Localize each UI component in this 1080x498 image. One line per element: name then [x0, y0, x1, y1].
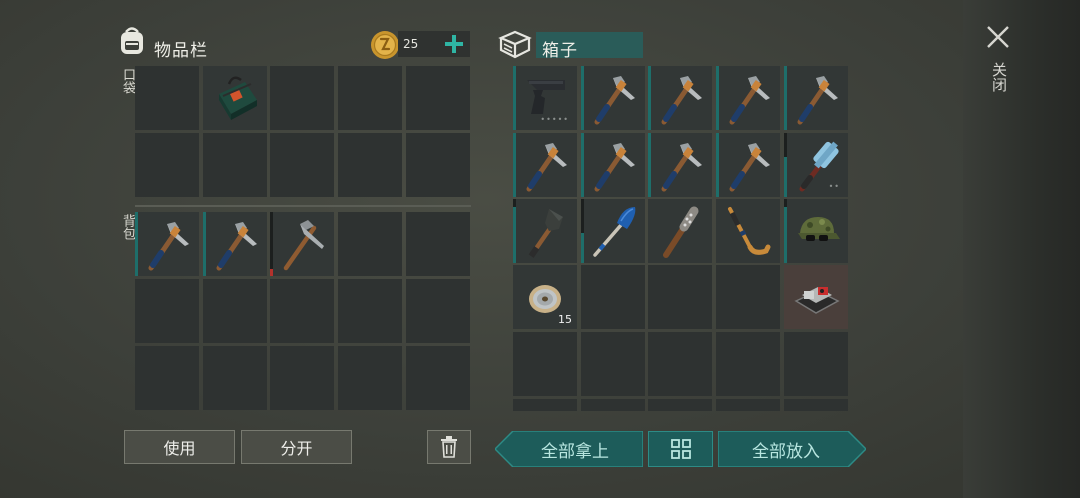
box-slot[interactable]: [513, 332, 577, 396]
put-all-label: 全部放入: [752, 441, 820, 462]
box-slot[interactable]: 15: [513, 265, 577, 329]
explosive-bag-item: [219, 76, 257, 120]
box-slot[interactable]: [648, 265, 712, 329]
box-slot[interactable]: [716, 332, 780, 396]
backpack-slot[interactable]: [203, 346, 267, 410]
box-slot[interactable]: [648, 133, 712, 197]
box-slot[interactable]: [784, 265, 848, 329]
box-slot[interactable]: [716, 399, 780, 411]
durability-dots: ••: [828, 182, 840, 191]
backpack-slot[interactable]: [135, 279, 199, 343]
item-count: 15: [558, 313, 572, 326]
pickaxe-item: [797, 76, 838, 125]
box-title: 箱子: [542, 41, 578, 61]
pickaxe-item: [661, 76, 702, 125]
pickaxe-item: [661, 143, 702, 192]
close-label: 关闭: [990, 62, 1008, 92]
pickaxe-item: [594, 76, 635, 125]
backpack-slot[interactable]: [270, 279, 334, 343]
box-slot[interactable]: [784, 66, 848, 130]
box-slot[interactable]: [581, 199, 645, 263]
box-slot[interactable]: [784, 399, 848, 411]
pocket-slot[interactable]: [338, 66, 402, 130]
pickaxe-item: [526, 143, 567, 192]
split-button[interactable]: 分开: [241, 430, 352, 464]
trash-icon: [441, 436, 457, 458]
pocket-slot[interactable]: [270, 133, 334, 197]
close-icon: [987, 26, 1009, 48]
box-slot[interactable]: [784, 199, 848, 263]
backpack-slot[interactable]: [203, 279, 267, 343]
backpack-slot[interactable]: [406, 279, 470, 343]
box-slot[interactable]: ••: [784, 133, 848, 197]
backpack-slot[interactable]: [406, 212, 470, 276]
pocket-slot[interactable]: [135, 66, 199, 130]
take-all-button[interactable]: 全部拿上: [495, 431, 643, 467]
box-slot[interactable]: [513, 199, 577, 263]
box-slot[interactable]: [648, 199, 712, 263]
backpack-slot[interactable]: [203, 212, 267, 276]
pocket-slot[interactable]: [270, 66, 334, 130]
pocket-slot[interactable]: [135, 133, 199, 197]
put-all-button[interactable]: 全部放入: [718, 431, 866, 467]
box-slot[interactable]: •••••: [513, 66, 577, 130]
generator-item: [794, 287, 840, 314]
backpack-slot[interactable]: [135, 346, 199, 410]
backpack-slot[interactable]: [135, 212, 199, 276]
pickaxe-item: [283, 220, 324, 271]
pickaxe-item: [216, 222, 257, 271]
take-all-label: 全部拿上: [541, 441, 609, 462]
box-slot[interactable]: [648, 332, 712, 396]
camo-cap-item: [798, 217, 840, 241]
use-button[interactable]: 使用: [124, 430, 235, 464]
pocket-slot[interactable]: [406, 133, 470, 197]
paddle-item: [593, 207, 636, 257]
box-slot[interactable]: [581, 66, 645, 130]
pocket-slot[interactable]: [338, 133, 402, 197]
coin-icon: [369, 29, 401, 61]
pickaxe-item: [729, 76, 770, 125]
box-slot[interactable]: [784, 332, 848, 396]
box-slot[interactable]: [648, 399, 712, 411]
box-slot[interactable]: [581, 332, 645, 396]
shovel-item: [528, 209, 563, 258]
backpack-slot[interactable]: [338, 212, 402, 276]
box-slot[interactable]: [581, 133, 645, 197]
box-slot[interactable]: [716, 133, 780, 197]
pocket-slot[interactable]: [203, 66, 267, 130]
pocket-backpack-divider: [135, 205, 471, 207]
pickaxe-item: [729, 143, 770, 192]
hockey-stick-item: [728, 207, 771, 255]
backpack-slot[interactable]: [270, 346, 334, 410]
box-slot[interactable]: [716, 199, 780, 263]
grid-icon: [670, 439, 691, 459]
durability-dots: •••••: [540, 115, 569, 124]
box-slot[interactable]: [513, 399, 577, 411]
pocket-slot[interactable]: [203, 133, 267, 197]
backpack-slot[interactable]: [406, 346, 470, 410]
pickaxe-item: [594, 143, 635, 192]
box-slot[interactable]: [716, 66, 780, 130]
box-slot[interactable]: [581, 265, 645, 329]
box-slot[interactable]: [513, 133, 577, 197]
pocket-slot[interactable]: [406, 66, 470, 130]
backpack-slot[interactable]: [338, 279, 402, 343]
trash-button[interactable]: [427, 430, 471, 464]
close-button[interactable]: 关闭: [984, 22, 1012, 102]
inventory-title: 物品栏: [154, 41, 208, 61]
sort-button[interactable]: [648, 431, 713, 467]
backpack-slot[interactable]: [270, 212, 334, 276]
backpack-slot[interactable]: [338, 346, 402, 410]
box-slot[interactable]: [648, 66, 712, 130]
nail-bat-item: [663, 206, 699, 258]
right-side-panel: [963, 0, 1080, 498]
box-icon: [497, 28, 533, 60]
backpack-icon: [117, 24, 147, 56]
box-slot[interactable]: [716, 265, 780, 329]
box-slot[interactable]: [581, 399, 645, 411]
pickaxe-item: [148, 222, 189, 271]
add-coins-icon[interactable]: [444, 34, 464, 54]
coin-count: 25: [403, 37, 419, 51]
